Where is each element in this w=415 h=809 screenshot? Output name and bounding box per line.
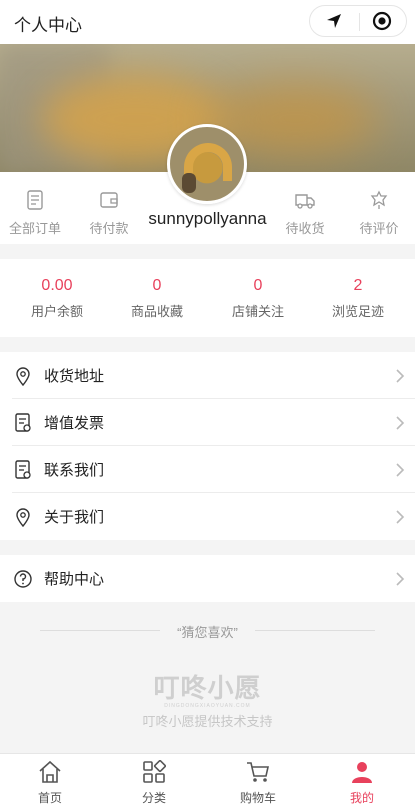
stat-label: 商品收藏 <box>130 304 183 319</box>
stat-followed-shops[interactable]: 0 店铺关注 <box>208 277 308 320</box>
mini-program-capsule <box>309 5 407 37</box>
guess-you-like-label: “猜您喜欢” <box>177 625 238 640</box>
footer-logo: 叮咚小愿 DINGDONGXIAOYUAN.COM <box>0 668 415 709</box>
tab-mine[interactable]: 我的 <box>322 760 402 806</box>
stat-value: 2 <box>353 277 363 294</box>
chevron-right-icon <box>396 463 405 477</box>
menu-item-invoice[interactable]: 增值发票 <box>0 399 415 446</box>
menu-list: 收货地址 增值发票 联系我们 关于我们 <box>0 352 415 540</box>
logo-text: 叮咚小愿 <box>153 673 262 703</box>
tab-cart[interactable]: 购物车 <box>218 760 298 806</box>
contact-icon <box>15 459 31 479</box>
tab-label: 分类 <box>141 791 166 805</box>
stats-panel: 0.00 用户余额 0 商品收藏 0 店铺关注 2 浏览足迹 <box>0 259 415 337</box>
menu-item-label: 增值发票 <box>44 415 105 432</box>
top-bar: 个人中心 <box>0 0 415 44</box>
document-icon <box>27 190 43 210</box>
stat-balance[interactable]: 0.00 用户余额 <box>7 277 107 320</box>
avatar[interactable] <box>167 124 247 204</box>
user-icon <box>352 762 372 783</box>
stat-label: 浏览足迹 <box>331 304 384 319</box>
stat-label: 用户余额 <box>30 304 83 319</box>
menu-item-label: 收货地址 <box>44 368 105 385</box>
question-icon <box>14 569 32 588</box>
username: sunnypollyanna <box>148 209 267 228</box>
wallet-icon <box>100 192 118 208</box>
chevron-right-icon <box>396 572 405 586</box>
help-section: 帮助中心 <box>0 555 415 602</box>
close-capsule-button[interactable] <box>358 6 406 36</box>
page-title: 个人中心 <box>14 16 82 35</box>
guess-you-like-divider: “猜您喜欢” <box>0 622 415 641</box>
navigation-icon <box>327 14 341 28</box>
menu-item-about[interactable]: 关于我们 <box>0 493 415 540</box>
chevron-right-icon <box>396 416 405 430</box>
stat-history[interactable]: 2 浏览足迹 <box>308 277 408 320</box>
stat-value: 0.00 <box>41 277 73 294</box>
location-button[interactable] <box>310 6 358 36</box>
menu-item-address[interactable]: 收货地址 <box>0 352 415 399</box>
menu-item-contact[interactable]: 联系我们 <box>0 446 415 493</box>
location-icon <box>16 366 30 386</box>
tab-home[interactable]: 首页 <box>10 760 90 806</box>
chevron-right-icon <box>396 369 405 383</box>
cart-icon <box>247 762 269 782</box>
home-icon <box>39 760 61 783</box>
stat-value: 0 <box>152 277 162 294</box>
stat-label: 店铺关注 <box>231 304 284 319</box>
menu-item-label: 关于我们 <box>44 509 105 526</box>
category-icon <box>143 760 166 783</box>
logo-subtext: DINGDONGXIAOYUAN.COM <box>164 703 251 709</box>
bottom-tab-bar: 首页 分类 购物车 我的 <box>0 753 415 809</box>
location-icon <box>16 507 30 527</box>
invoice-icon <box>15 412 31 432</box>
tab-label: 购物车 <box>239 791 276 805</box>
truck-icon <box>295 194 315 209</box>
menu-item-label: 联系我们 <box>44 462 105 479</box>
tab-category[interactable]: 分类 <box>114 760 194 806</box>
chevron-right-icon <box>396 510 405 524</box>
stat-value: 0 <box>253 277 263 294</box>
tab-label: 我的 <box>349 791 374 805</box>
stat-favorites[interactable]: 0 商品收藏 <box>107 277 207 320</box>
menu-item-label: 帮助中心 <box>44 571 105 588</box>
tech-support-text: 叮咚小愿提供技术支持 <box>142 714 273 729</box>
menu-item-help[interactable]: 帮助中心 <box>0 555 415 602</box>
record-icon <box>372 11 392 31</box>
comment-icon <box>370 190 388 209</box>
tab-label: 首页 <box>37 791 62 805</box>
